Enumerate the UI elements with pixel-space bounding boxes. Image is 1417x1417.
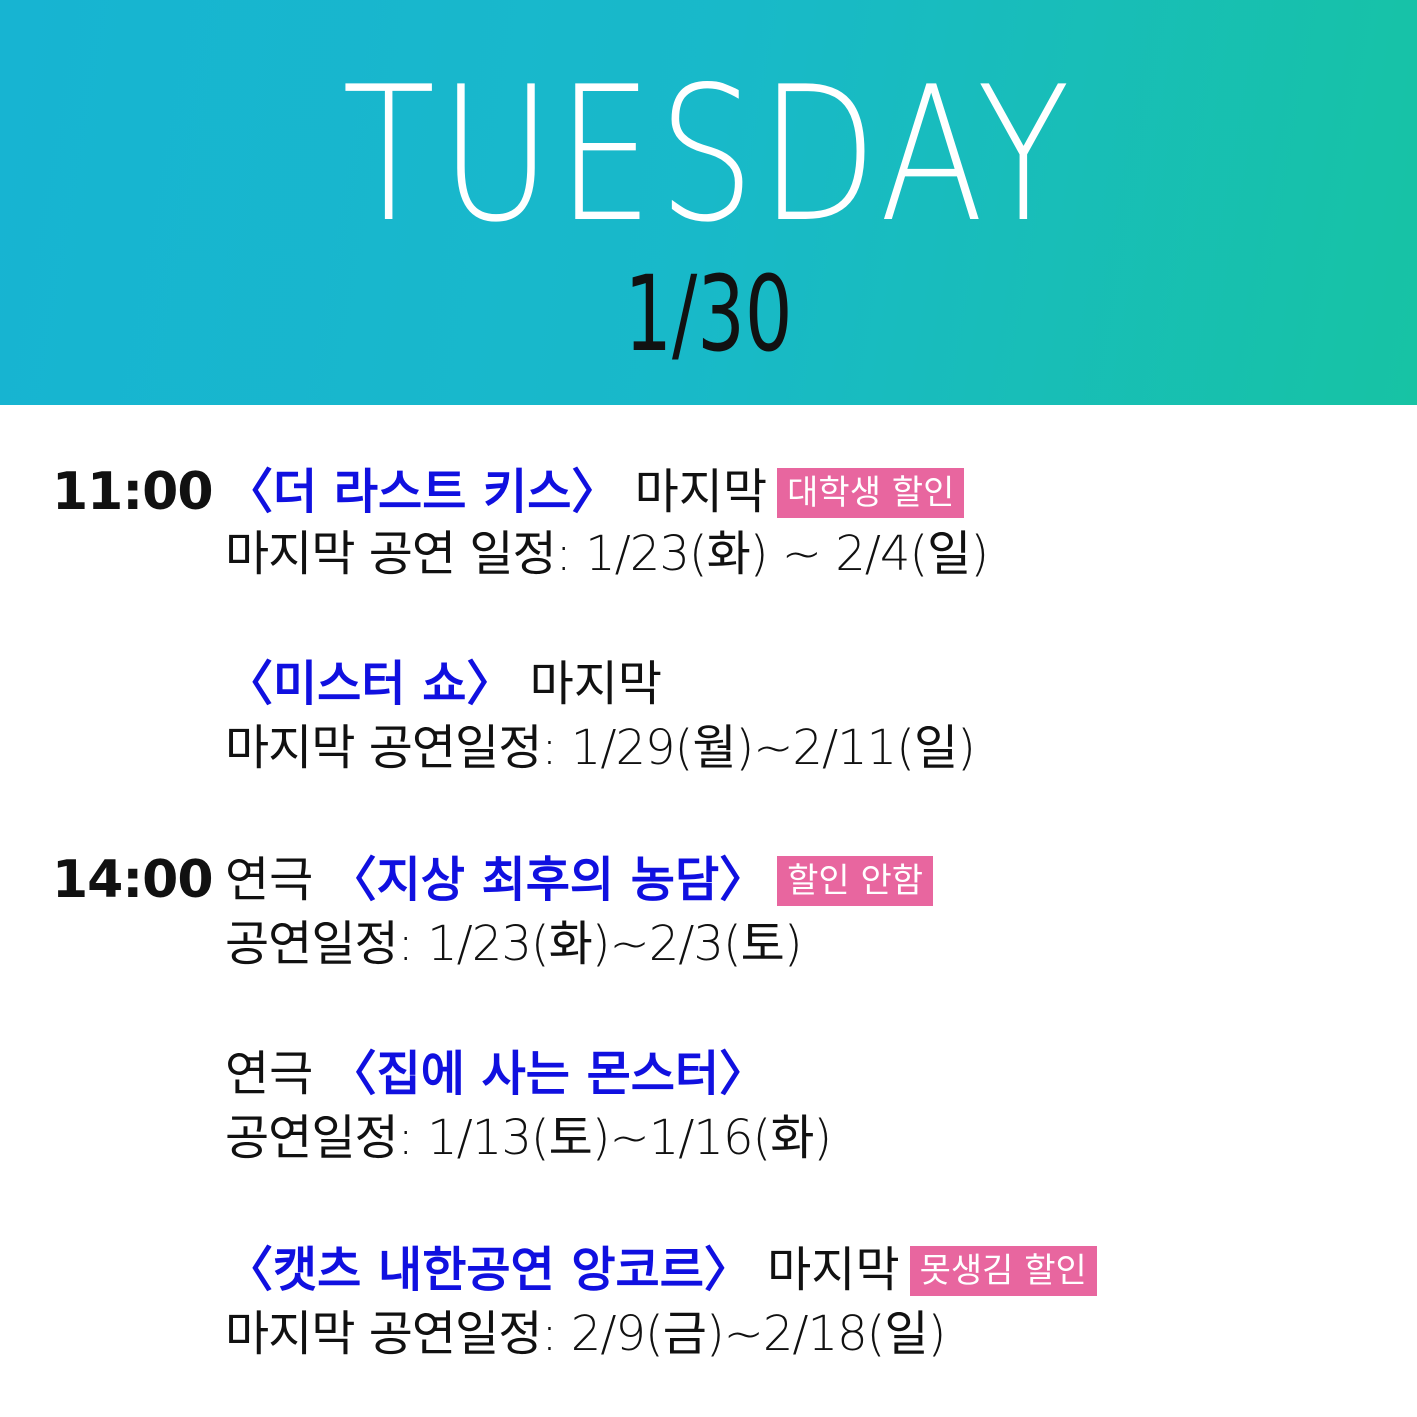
show-title[interactable]: 〈더 라스트 키스〉 [225,464,619,520]
show-title-line: 연극 〈지상 최후의 농담〉 할인 안함 [225,850,934,910]
show-prefix: 연극 [225,852,329,908]
show-title-line: 〈더 라스트 키스〉 마지막 대학생 할인 [225,462,965,522]
header-banner: TUESDAY 1/30 [0,0,1417,405]
show-schedule: 마지막 공연 일정: 1/23(화) ~ 2/4(일) [225,526,989,582]
show-suffix: 마지막 [619,464,768,520]
show-title-line: 연극 〈집에 사는 몬스터〉 [225,1044,767,1104]
show-title[interactable]: 〈집에 사는 몬스터〉 [329,1046,768,1102]
show-schedule: 마지막 공연일정: 1/29(월)~2/11(일) [225,720,976,776]
show-title[interactable]: 〈캣츠 내한공연 앙코르〉 [225,1242,752,1298]
discount-badge: 못생김 할인 [909,1246,1097,1296]
show-schedule: 공연일정: 1/13(토)~1/16(화) [225,1110,832,1166]
date-title: 1/30 [624,253,793,375]
discount-badge: 대학생 할인 [777,468,965,518]
day-title: TUESDAY [342,46,1075,263]
discount-badge: 할인 안함 [777,856,934,906]
show-schedule: 공연일정: 1/23(화)~2/3(토) [225,916,803,972]
show-prefix: 연극 [225,1046,329,1102]
time-label: 11:00 [52,462,214,522]
show-title[interactable]: 〈미스터 쇼〉 [225,656,514,712]
time-label: 14:00 [52,850,214,910]
show-schedule: 마지막 공연일정: 2/9(금)~2/18(일) [225,1306,946,1362]
show-title[interactable]: 〈지상 최후의 농담〉 [329,852,768,908]
show-suffix: 마지막 [514,656,663,712]
show-title-line: 〈캣츠 내한공연 앙코르〉 마지막 못생김 할인 [225,1240,1097,1300]
show-title-line: 〈미스터 쇼〉 마지막 [225,654,662,714]
show-suffix: 마지막 [751,1242,900,1298]
